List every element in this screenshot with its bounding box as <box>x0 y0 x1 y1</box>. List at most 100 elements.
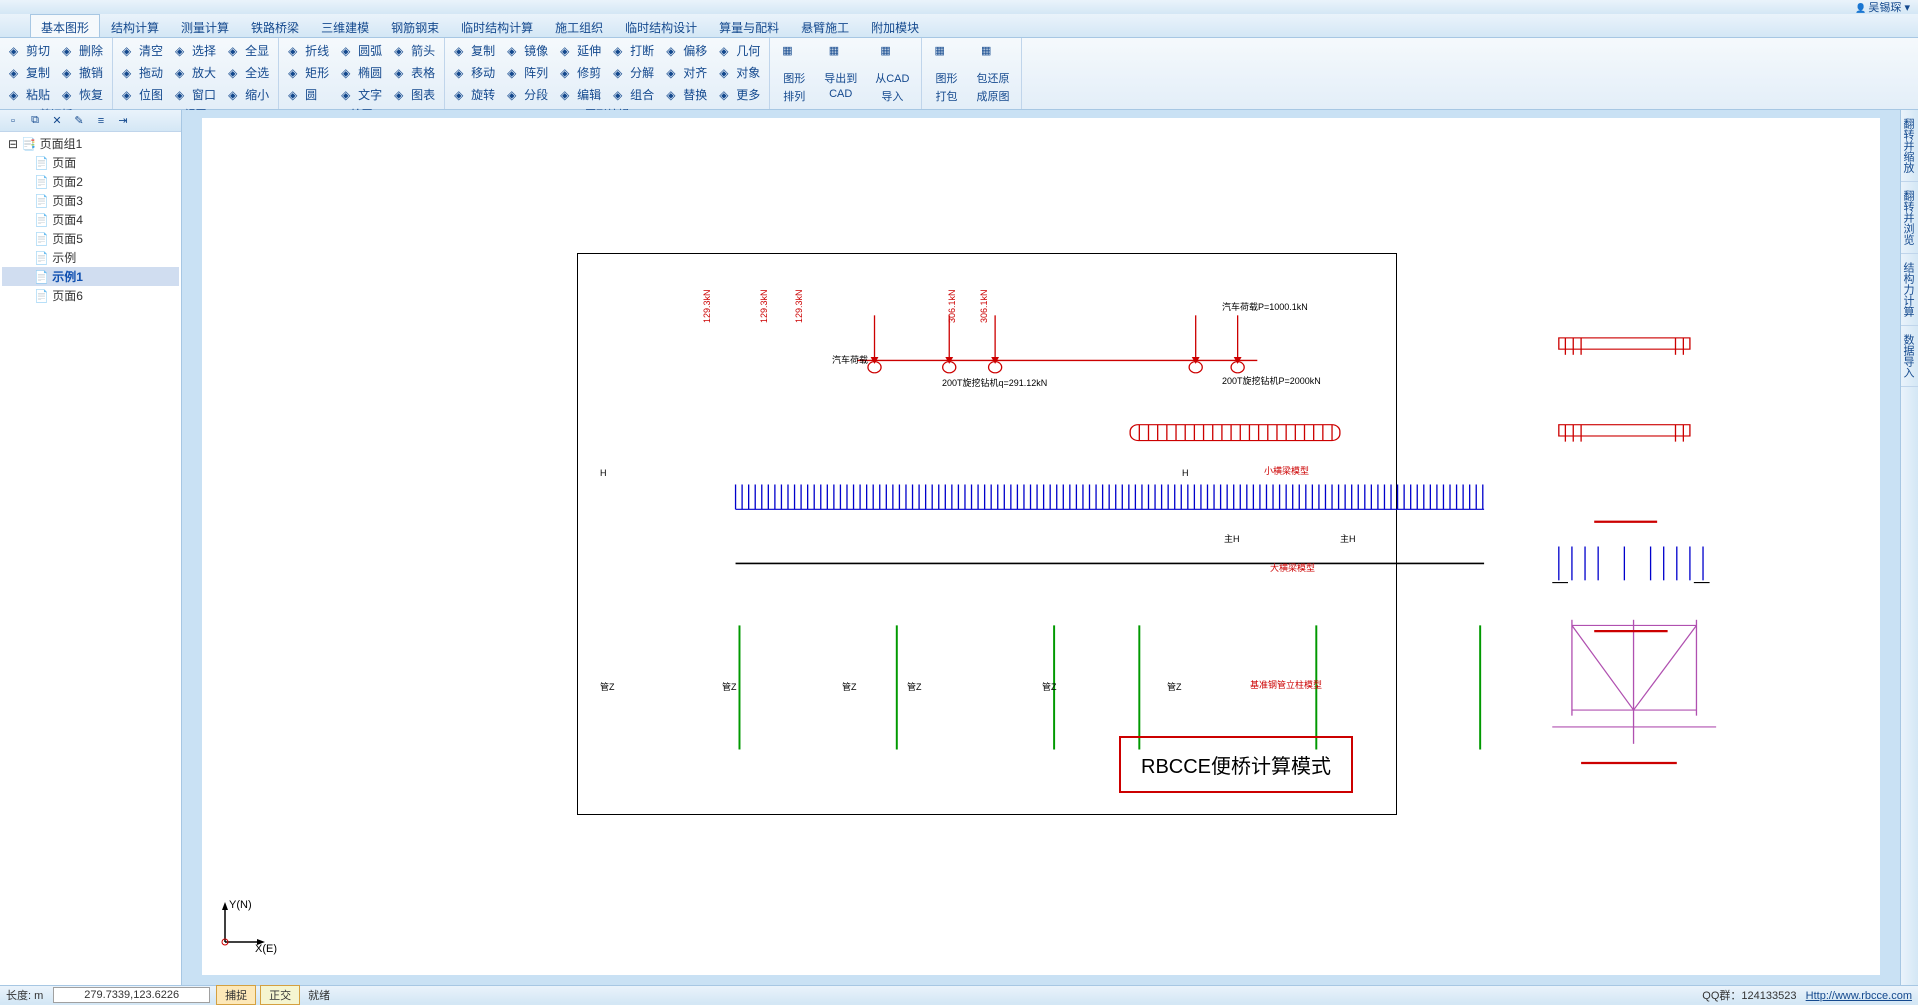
tool-icon: ◈ <box>454 66 468 80</box>
align-left-icon[interactable]: ≡ <box>92 113 110 129</box>
ribbon-分解[interactable]: ◈分解 <box>608 62 659 83</box>
ribbon-粘贴[interactable]: ◈粘贴 <box>4 84 55 105</box>
ribbon-几何[interactable]: ◈几何 <box>714 40 765 61</box>
ribbon-打断[interactable]: ◈打断 <box>608 40 659 61</box>
side-h2: 主H <box>1340 532 1356 545</box>
tool-icon: ◈ <box>719 44 733 58</box>
ribbon-复制[interactable]: ◈复制 <box>449 40 500 61</box>
menu-0[interactable]: 基本图形 <box>30 14 100 37</box>
right-tab-1[interactable]: 翻转并浏览 <box>1901 182 1918 254</box>
menu-2[interactable]: 测量计算 <box>170 14 240 37</box>
tool-icon: ◈ <box>719 66 733 80</box>
ribbon-修剪[interactable]: ◈修剪 <box>555 62 606 83</box>
tool-icon: ◈ <box>560 44 574 58</box>
ribbon-表格[interactable]: ◈表格 <box>389 62 440 83</box>
menu-10[interactable]: 悬臂施工 <box>790 14 860 37</box>
ribbon-偏移[interactable]: ◈偏移 <box>661 40 712 61</box>
menu-6[interactable]: 临时结构计算 <box>450 14 544 37</box>
tree-item-5[interactable]: 📄 示例 <box>2 248 179 267</box>
menu-11[interactable]: 附加模块 <box>860 14 930 37</box>
menu-5[interactable]: 钢筋钢束 <box>380 14 450 37</box>
edit-page-icon[interactable]: ✎ <box>70 113 88 129</box>
tool-icon: ◈ <box>666 44 680 58</box>
canvas[interactable]: 129.3kN 129.3kN 129.3kN 306.1kN 306.1kN … <box>182 110 1900 985</box>
menu-8[interactable]: 临时结构设计 <box>614 14 708 37</box>
ribbon-箭头[interactable]: ◈箭头 <box>389 40 440 61</box>
snap-toggle[interactable]: 捕捉 <box>216 985 256 1005</box>
side-load2: 200T旋挖钻机P=2000kN <box>1222 374 1321 387</box>
menu-3[interactable]: 铁路桥梁 <box>240 14 310 37</box>
side-model2: 大横梁模型 <box>1270 561 1315 574</box>
ribbon-文字[interactable]: ◈文字 <box>336 84 387 105</box>
ribbon-从CAD[interactable]: ▦从CAD导入 <box>867 40 917 108</box>
tool-icon: ◈ <box>62 66 76 80</box>
new-page-icon[interactable]: ▫ <box>4 113 22 129</box>
ribbon-位图[interactable]: ◈位图 <box>117 84 168 105</box>
tree-item-7[interactable]: 📄 页面6 <box>2 286 179 305</box>
load-label: 306.1kN <box>947 289 957 323</box>
menu-1[interactable]: 结构计算 <box>100 14 170 37</box>
ribbon-编辑[interactable]: ◈编辑 <box>555 84 606 105</box>
indent-icon[interactable]: ⇥ <box>114 113 132 129</box>
ribbon-圆弧[interactable]: ◈圆弧 <box>336 40 387 61</box>
ribbon-剪切[interactable]: ◈剪切 <box>4 40 55 61</box>
menu-9[interactable]: 算量与配料 <box>708 14 790 37</box>
tool-icon: ▦ <box>880 44 904 68</box>
ribbon-导出到[interactable]: ▦导出到CAD <box>816 40 865 108</box>
ribbon-复制[interactable]: ◈复制 <box>4 62 55 83</box>
tool-icon: ◈ <box>122 44 136 58</box>
tree-item-2[interactable]: 📄 页面3 <box>2 191 179 210</box>
drawing-title: RBCCE便桥计算模式 <box>1119 736 1353 793</box>
ribbon-组合[interactable]: ◈组合 <box>608 84 659 105</box>
ribbon-恢复[interactable]: ◈恢复 <box>57 84 108 105</box>
ribbon-删除[interactable]: ◈删除 <box>57 40 108 61</box>
ribbon-图形[interactable]: ▦图形排列 <box>774 40 814 108</box>
ribbon-矩形[interactable]: ◈矩形 <box>283 62 334 83</box>
ribbon-圆[interactable]: ◈圆 <box>283 84 334 105</box>
ribbon-对象[interactable]: ◈对象 <box>714 62 765 83</box>
menu-7[interactable]: 施工组织 <box>544 14 614 37</box>
ribbon-全选[interactable]: ◈全选 <box>223 62 274 83</box>
tree-item-1[interactable]: 📄 页面2 <box>2 172 179 191</box>
ribbon-全显[interactable]: ◈全显 <box>223 40 274 61</box>
ribbon-椭圆[interactable]: ◈椭圆 <box>336 62 387 83</box>
tool-icon: ◈ <box>454 44 468 58</box>
delete-page-icon[interactable]: ✕ <box>48 113 66 129</box>
ribbon-阵列[interactable]: ◈阵列 <box>502 62 553 83</box>
right-tab-3[interactable]: 数据导入 <box>1901 326 1918 387</box>
pile-label: 管Z <box>722 680 737 693</box>
ribbon-清空[interactable]: ◈清空 <box>117 40 168 61</box>
ribbon-镜像[interactable]: ◈镜像 <box>502 40 553 61</box>
ribbon-拖动[interactable]: ◈拖动 <box>117 62 168 83</box>
tree-item-6[interactable]: 📄 示例1 <box>2 267 179 286</box>
user-menu[interactable]: 吴锡琛 ▾ <box>1855 0 1910 15</box>
copy-page-icon[interactable]: ⧉ <box>26 113 44 129</box>
ribbon-分段[interactable]: ◈分段 <box>502 84 553 105</box>
tool-icon: ▦ <box>782 44 806 68</box>
ribbon-折线[interactable]: ◈折线 <box>283 40 334 61</box>
tree-item-4[interactable]: 📄 页面5 <box>2 229 179 248</box>
ribbon-包还原[interactable]: ▦包还原成原图 <box>968 40 1017 108</box>
ribbon-延伸[interactable]: ◈延伸 <box>555 40 606 61</box>
menu-4[interactable]: 三维建模 <box>310 14 380 37</box>
ribbon-对齐[interactable]: ◈对齐 <box>661 62 712 83</box>
ribbon-旋转[interactable]: ◈旋转 <box>449 84 500 105</box>
ribbon-窗口[interactable]: ◈窗口 <box>170 84 221 105</box>
tree-root[interactable]: ⊟ 📑 页面组1 <box>2 134 179 153</box>
ribbon-替换[interactable]: ◈替换 <box>661 84 712 105</box>
tree-item-0[interactable]: 📄 页面 <box>2 153 179 172</box>
ribbon-更多[interactable]: ◈更多 <box>714 84 765 105</box>
ribbon-缩小[interactable]: ◈缩小 <box>223 84 274 105</box>
ortho-toggle[interactable]: 正交 <box>260 985 300 1005</box>
tree-item-3[interactable]: 📄 页面4 <box>2 210 179 229</box>
ribbon-撤销[interactable]: ◈撤销 <box>57 62 108 83</box>
ribbon-图表[interactable]: ◈图表 <box>389 84 440 105</box>
right-tab-0[interactable]: 翻转并缩放 <box>1901 110 1918 182</box>
ribbon-图形[interactable]: ▦图形打包 <box>926 40 966 108</box>
website-link[interactable]: Http://www.rbcce.com <box>1806 990 1912 1002</box>
ribbon-放大[interactable]: ◈放大 <box>170 62 221 83</box>
tool-icon: ◈ <box>394 44 408 58</box>
ribbon-移动[interactable]: ◈移动 <box>449 62 500 83</box>
ribbon-选择[interactable]: ◈选择 <box>170 40 221 61</box>
right-tab-2[interactable]: 结构力计算 <box>1901 254 1918 326</box>
